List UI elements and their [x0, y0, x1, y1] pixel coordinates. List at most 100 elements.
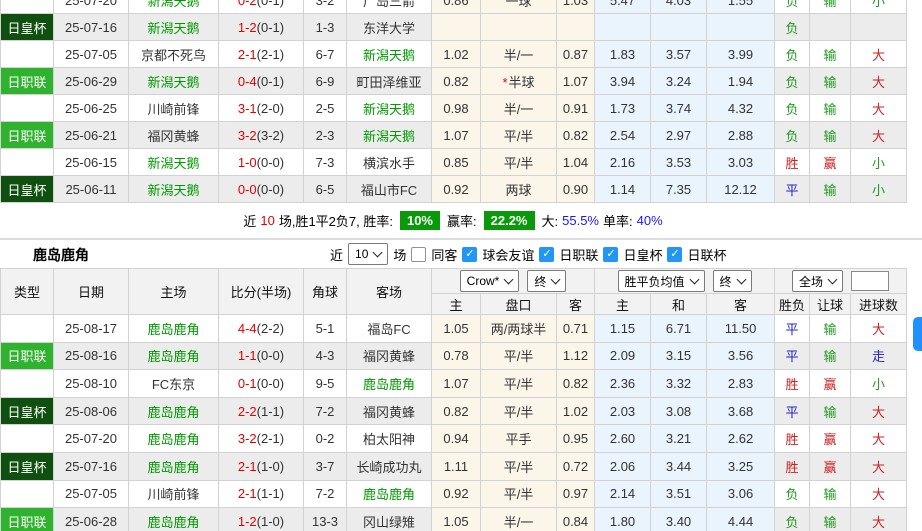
result-wdl: 胜	[775, 425, 810, 453]
score-cell: 2-1(2-1)	[219, 41, 304, 68]
corner-cell: 6-7	[304, 41, 347, 68]
home-team-cell[interactable]: 川崎前锋	[129, 95, 219, 122]
odd-rate-value: 40%	[637, 213, 663, 228]
match-odds-history-page: 日职联25-07-20新潟天鹅0-2(0-1)3-2广岛三箭0.86一球1.03…	[0, 0, 922, 531]
home-team-cell[interactable]: 新潟天鹅	[129, 14, 219, 41]
handicap-home-odds: 0.85	[432, 149, 481, 176]
home-team-cell[interactable]: 鹿岛鹿角	[129, 425, 219, 453]
col-header-away: 客场	[347, 269, 432, 315]
away-team-cell[interactable]: 鹿岛鹿角	[347, 480, 432, 508]
away-team-cell[interactable]: 福山市FC	[347, 176, 432, 203]
sub-header-odds-away: 客	[707, 294, 775, 315]
league-cell: 日职联	[1, 149, 54, 176]
match-row: 球会友谊25-08-17鹿岛鹿角4-4(2-2)5-1福岛FC1.05两/两球半…	[1, 315, 907, 343]
home-team-cell[interactable]: 鹿岛鹿角	[129, 397, 219, 425]
home-team-cell[interactable]: 福冈黄蜂	[129, 122, 219, 149]
friendly-label[interactable]: 球会友谊	[482, 245, 534, 264]
date-cell: 25-07-16	[54, 14, 129, 41]
date-cell: 25-07-20	[54, 425, 129, 453]
col-header-score: 比分(半场)	[219, 269, 304, 315]
odds-away: 3.56	[707, 342, 775, 370]
handicap-home-odds: 0.92	[432, 176, 481, 203]
jleague-label[interactable]: 日职联	[559, 245, 598, 264]
score-cell: 3-2(2-1)	[219, 425, 304, 453]
home-team-cell[interactable]: 鹿岛鹿角	[129, 508, 219, 531]
result-goals: 小	[851, 0, 907, 14]
away-team-cell[interactable]: 福冈黄蜂	[347, 342, 432, 370]
handicap-final-select[interactable]: 终	[527, 270, 566, 292]
odds-draw: 3.21	[651, 425, 707, 453]
handicap-away-odds: 0.84	[557, 508, 595, 531]
result-wdl: 平	[775, 397, 810, 425]
away-team-cell[interactable]: 鹿岛鹿角	[347, 370, 432, 398]
home-team-cell[interactable]: 京都不死鸟	[129, 41, 219, 68]
home-team-cell[interactable]: 新潟天鹅	[129, 149, 219, 176]
odds-away: 12.12	[707, 176, 775, 203]
match-row: 日职联25-06-25川崎前锋3-1(2-0)2-5新潟天鹅0.98半/一0.9…	[1, 95, 907, 122]
date-cell: 25-08-17	[54, 315, 129, 343]
away-team-cell[interactable]: 新潟天鹅	[347, 41, 432, 68]
away-team-cell[interactable]: 横滨水手	[347, 149, 432, 176]
away-team-cell[interactable]: 福冈黄蜂	[347, 397, 432, 425]
league-cup-label[interactable]: 日联杯	[687, 245, 726, 264]
score-cell: 1-1(0-0)	[219, 342, 304, 370]
score-cell: 0-4(0-1)	[219, 68, 304, 95]
unlabeled-select[interactable]	[851, 271, 889, 291]
home-team-cell[interactable]: 鹿岛鹿角	[129, 452, 219, 480]
home-team-cell[interactable]: 川崎前锋	[129, 480, 219, 508]
same-away-checkbox[interactable]	[411, 247, 426, 262]
handicap-line: 两/两球半	[481, 315, 557, 343]
recent-count-select[interactable]: 10	[348, 243, 388, 265]
odds-home: 2.36	[595, 370, 651, 398]
away-team-cell[interactable]: 长崎成功丸	[347, 452, 432, 480]
emperor-cup-label[interactable]: 日皇杯	[623, 245, 662, 264]
home-team-cell[interactable]: 鹿岛鹿角	[129, 342, 219, 370]
check-icon: ✓	[465, 249, 474, 260]
same-away-label[interactable]: 同客	[431, 245, 457, 264]
handicap-away-odds: 1.02	[557, 397, 595, 425]
chevron-down-icon	[551, 275, 561, 285]
away-team-cell[interactable]: 新潟天鹅	[347, 95, 432, 122]
league-cell: 日皇杯	[1, 176, 54, 203]
games-label: 场	[393, 245, 406, 264]
odds-final-select[interactable]: 终	[713, 270, 752, 292]
scope-select[interactable]: 全场	[792, 270, 843, 292]
jleague-checkbox[interactable]: ✓	[539, 247, 554, 262]
away-team-cell[interactable]: 冈山绿雉	[347, 508, 432, 531]
corner-cell: 3-7	[304, 452, 347, 480]
home-team-cell[interactable]: 鹿岛鹿角	[129, 315, 219, 343]
side-panel-tab[interactable]	[913, 317, 922, 351]
home-team-cell[interactable]: 新潟天鹅	[129, 176, 219, 203]
away-team-cell[interactable]: 柏太阳神	[347, 425, 432, 453]
emperor-cup-checkbox[interactable]: ✓	[603, 247, 618, 262]
handicap-away-odds: 0.82	[557, 370, 595, 398]
date-cell: 25-06-25	[54, 95, 129, 122]
odds-home: 1.14	[595, 176, 651, 203]
handicap-away-odds: 0.87	[557, 41, 595, 68]
home-team-cell[interactable]: FC东京	[129, 370, 219, 398]
check-icon: ✓	[606, 249, 615, 260]
friendly-checkbox[interactable]: ✓	[462, 247, 477, 262]
home-team-cell[interactable]: 新潟天鹅	[129, 0, 219, 14]
away-team-cell[interactable]: 町田泽维亚	[347, 68, 432, 95]
result-handicap: 赢	[810, 425, 851, 453]
home-team-cell[interactable]: 新潟天鹅	[129, 68, 219, 95]
corner-cell: 7-3	[304, 149, 347, 176]
away-team-cell[interactable]: 东洋大学	[347, 14, 432, 41]
league-cup-checkbox[interactable]: ✓	[667, 247, 682, 262]
away-team-cell[interactable]: 广岛三箭	[347, 0, 432, 14]
handicap-home-odds: 1.02	[432, 41, 481, 68]
bookmaker-select[interactable]: Crow*	[460, 270, 520, 292]
odds-away: 3.06	[707, 480, 775, 508]
away-team-cell[interactable]: 福岛FC	[347, 315, 432, 343]
odds-draw: 3.74	[651, 95, 707, 122]
result-handicap: 输	[810, 95, 851, 122]
result-handicap: 输	[810, 315, 851, 343]
odds-home: 2.06	[595, 452, 651, 480]
match-row: 日职联25-07-20新潟天鹅0-2(0-1)3-2广岛三箭0.86一球1.03…	[1, 0, 907, 14]
near-label: 近	[330, 245, 343, 264]
score-cell: 3-1(2-0)	[219, 95, 304, 122]
section-header: 鹿岛鹿角 近 10 场 同客 ✓ 球会友谊 ✓ 日职联 ✓ 日皇杯 ✓ 日联杯	[0, 240, 906, 268]
away-team-cell[interactable]: 新潟天鹅	[347, 122, 432, 149]
odds-average-select[interactable]: 胜平负均值	[618, 270, 705, 292]
